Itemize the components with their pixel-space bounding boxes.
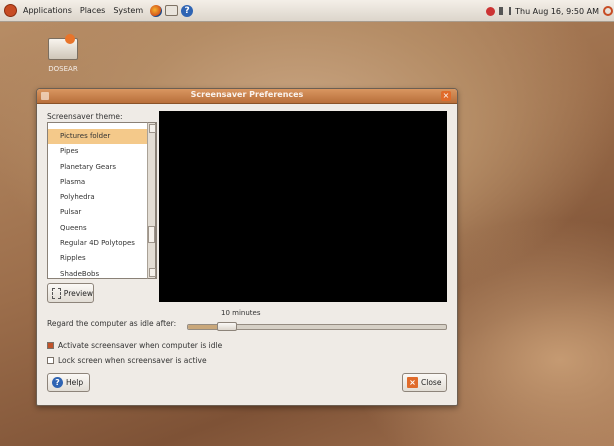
preview-button-label: Preview <box>63 288 93 298</box>
screensaver-dialog: Screensaver Preferences × Screensaver th… <box>36 88 458 406</box>
close-icon: × <box>407 377 418 388</box>
list-item[interactable]: Pulsar <box>48 205 156 220</box>
list-item[interactable]: Polyhedra <box>48 190 156 205</box>
clock[interactable]: Thu Aug 16, 9:50 AM <box>515 7 599 16</box>
list-item[interactable]: Regular 4D Polytopes <box>48 236 156 251</box>
panel-menus: Applications Places System ? <box>0 0 194 22</box>
help-icon[interactable]: ? <box>181 4 194 17</box>
help-button[interactable]: ? Help <box>47 373 90 392</box>
menu-system[interactable]: System <box>109 6 147 15</box>
mail-icon[interactable] <box>165 5 179 16</box>
power-icon[interactable] <box>603 6 613 16</box>
idle-label: Regard the computer as idle after: <box>47 319 177 328</box>
preview-button[interactable]: Preview <box>47 283 94 303</box>
activate-row[interactable]: Activate screensaver when computer is id… <box>47 341 222 350</box>
lock-checkbox[interactable] <box>47 357 54 364</box>
list-item[interactable]: Planetary Gears <box>48 160 156 175</box>
help-icon: ? <box>52 377 63 388</box>
titlebar[interactable]: Screensaver Preferences × <box>37 89 457 104</box>
firefox-icon[interactable] <box>150 4 163 17</box>
theme-label: Screensaver theme: <box>47 112 123 121</box>
idle-slider[interactable] <box>187 322 447 331</box>
window-title: Screensaver Preferences <box>190 90 304 99</box>
list-item[interactable]: Plasma <box>48 175 156 190</box>
menu-places[interactable]: Places <box>76 6 109 15</box>
desktop-icon-label: DOSEAR <box>48 65 78 73</box>
slider-thumb[interactable] <box>217 322 237 331</box>
fullscreen-icon <box>52 287 61 299</box>
close-icon[interactable]: × <box>441 91 451 101</box>
activate-checkbox[interactable] <box>47 342 54 349</box>
preview-area <box>159 111 447 302</box>
volume-icon[interactable] <box>499 7 512 15</box>
theme-list-scrollbar[interactable] <box>147 122 156 279</box>
idle-value: 10 minutes <box>221 309 261 317</box>
network-icon[interactable] <box>486 6 496 16</box>
help-button-label: Help <box>66 378 84 387</box>
menu-applications[interactable]: Applications <box>19 6 76 15</box>
system-tray: Thu Aug 16, 9:50 AM <box>486 0 614 22</box>
list-item[interactable]: Queens <box>48 221 156 236</box>
close-button[interactable]: × Close <box>402 373 447 392</box>
scroll-thumb[interactable] <box>148 226 155 243</box>
list-item[interactable]: ShadeBobs <box>48 267 156 278</box>
close-button-label: Close <box>421 378 442 387</box>
lock-label: Lock screen when screensaver is active <box>58 356 207 365</box>
desktop-drive[interactable]: DOSEAR <box>38 34 88 73</box>
ubuntu-menu-icon[interactable] <box>4 4 17 17</box>
scroll-down-arrow[interactable] <box>149 268 156 277</box>
lock-row[interactable]: Lock screen when screensaver is active <box>47 356 207 365</box>
theme-list[interactable]: Pictures folder Pipes Planetary Gears Pl… <box>47 122 157 279</box>
activate-label: Activate screensaver when computer is id… <box>58 341 223 350</box>
scroll-up-arrow[interactable] <box>149 124 156 133</box>
list-item[interactable]: Ripples <box>48 251 156 266</box>
list-item[interactable]: Pictures folder <box>48 129 156 145</box>
drive-icon <box>48 34 78 60</box>
list-item[interactable]: Pipes <box>48 144 156 159</box>
top-panel: Applications Places System ? Thu Aug 16,… <box>0 0 614 22</box>
